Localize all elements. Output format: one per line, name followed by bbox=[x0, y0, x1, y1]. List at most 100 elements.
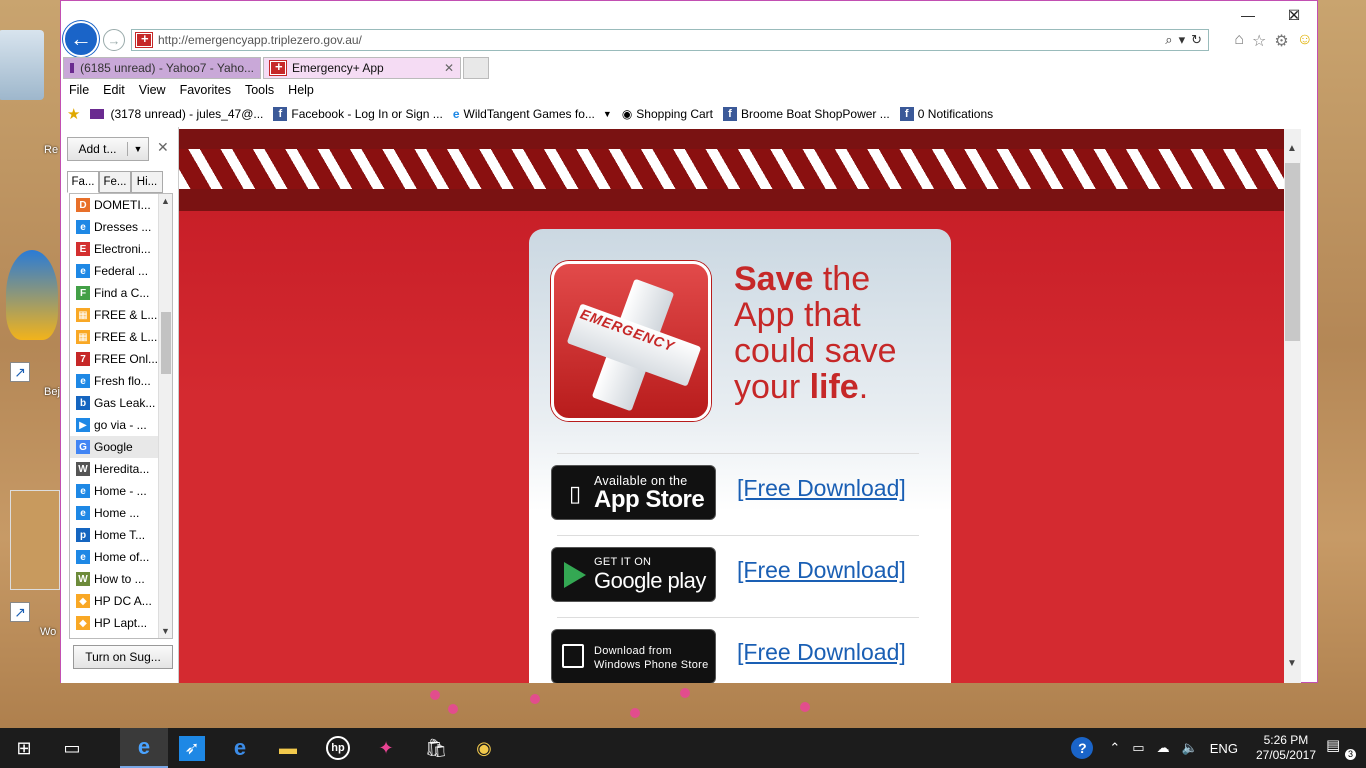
favorite-label: Google bbox=[94, 440, 133, 454]
windows-store-icon bbox=[562, 644, 584, 668]
chevron-down-icon[interactable]: ▼ bbox=[161, 626, 170, 636]
page-scrollbar[interactable]: ▲ ▼ bbox=[1284, 129, 1301, 683]
chevron-down-icon[interactable]: ▼ bbox=[1287, 658, 1297, 669]
favorites-list-item[interactable]: e Dresses ... bbox=[70, 216, 172, 238]
favorites-list-item[interactable]: ▦ FREE & L... bbox=[70, 304, 172, 326]
language-indicator[interactable]: ENG bbox=[1210, 741, 1238, 756]
tab-favorites[interactable]: Fa... bbox=[67, 171, 99, 193]
chevron-up-icon[interactable]: ▲ bbox=[161, 196, 170, 206]
favorites-list-item[interactable]: E Electroni... bbox=[70, 238, 172, 260]
tab-history[interactable]: Hi... bbox=[131, 171, 163, 193]
action-center-button[interactable]: ▤ 3 bbox=[1326, 736, 1356, 760]
favorites-list-item[interactable]: b Gas Leak... bbox=[70, 392, 172, 414]
favbar-item-broome-boat[interactable]: f Broome Boat ShopPower ... bbox=[723, 107, 890, 121]
camera-icon[interactable]: ◉ bbox=[460, 728, 508, 768]
minimize-button[interactable]: — bbox=[1233, 5, 1263, 25]
favorites-list-item[interactable]: ◆ HP DC A... bbox=[70, 590, 172, 612]
puzzle-icon[interactable]: ✦ bbox=[362, 728, 410, 768]
menu-tools[interactable]: Tools bbox=[245, 83, 274, 97]
favorites-list-item[interactable]: e Home of... bbox=[70, 546, 172, 568]
favorites-list-item[interactable]: D DOMETI... bbox=[70, 194, 172, 216]
menu-favorites[interactable]: Favorites bbox=[180, 83, 231, 97]
app-store-badge[interactable]: ▯ Available on the App Store bbox=[551, 465, 716, 520]
favbar-item-yahoo[interactable]: (3178 unread) - jules_47@... bbox=[90, 107, 263, 121]
star-icon[interactable]: ☆ bbox=[1252, 31, 1266, 51]
menu-view[interactable]: View bbox=[139, 83, 166, 97]
help-icon[interactable]: ? bbox=[1071, 737, 1094, 759]
tab-feeds[interactable]: Fe... bbox=[99, 171, 131, 193]
favorites-list-item[interactable]: ▶ go via - ... bbox=[70, 414, 172, 436]
file-explorer-icon[interactable]: ▬ bbox=[264, 728, 312, 768]
internet-explorer-icon[interactable]: e bbox=[120, 728, 168, 768]
notification-icon: ▤ bbox=[1326, 737, 1341, 754]
favorites-list-item[interactable]: p Home T... bbox=[70, 524, 172, 546]
battery-icon[interactable]: ▭ bbox=[1132, 740, 1144, 756]
favorite-label: Home - ... bbox=[94, 484, 147, 498]
favorites-list-item[interactable]: e Fresh flo... bbox=[70, 370, 172, 392]
chevron-down-icon[interactable]: ▼ bbox=[128, 144, 148, 154]
cloud-icon[interactable]: ☁ bbox=[1157, 740, 1170, 756]
refresh-icon[interactable]: ↻ bbox=[1191, 32, 1202, 48]
favorites-list-item[interactable]: e Home ... bbox=[70, 502, 172, 524]
menu-file[interactable]: File bbox=[69, 83, 89, 97]
windows-start-icon[interactable]: ⊞ bbox=[0, 728, 48, 768]
store-icon[interactable]: 🛍 bbox=[412, 728, 460, 768]
app-store-download-link[interactable]: [Free Download] bbox=[737, 475, 906, 502]
address-url[interactable]: http://emergencyapp.triplezero.gov.au/ bbox=[158, 33, 362, 47]
chevron-down-icon[interactable]: ▼ bbox=[603, 109, 612, 119]
favbar-item-facebook[interactable]: f Facebook - Log In or Sign ... bbox=[273, 107, 443, 121]
favorites-list-item[interactable]: ◆ HP Lapt... bbox=[70, 612, 172, 634]
add-to-favorites-button[interactable]: Add t... ▼ bbox=[67, 137, 149, 161]
close-button[interactable]: ✕ bbox=[1279, 5, 1309, 25]
desktop-recycle-bin[interactable]: Re bbox=[0, 30, 58, 156]
tab-emergency-app[interactable]: Emergency+ App ✕ bbox=[263, 57, 461, 79]
favorites-list-item[interactable]: W Heredita... bbox=[70, 458, 172, 480]
add-favorite-star-icon[interactable]: ★ bbox=[67, 105, 80, 123]
mail-icon bbox=[90, 109, 105, 119]
home-icon[interactable]: ⌂ bbox=[1234, 31, 1244, 51]
close-icon[interactable]: ✕ bbox=[157, 139, 169, 156]
favbar-item-wildtangent[interactable]: e WildTangent Games fo... ▼ bbox=[453, 107, 612, 121]
gear-icon[interactable]: ⚙ bbox=[1274, 31, 1288, 51]
scrollbar-thumb[interactable] bbox=[1285, 163, 1300, 341]
favorites-list-item[interactable]: F Find a C... bbox=[70, 282, 172, 304]
chevron-up-icon[interactable]: ⌃ bbox=[1109, 740, 1120, 756]
rocket-icon[interactable]: ➶ bbox=[168, 728, 216, 768]
search-icon[interactable]: ⌕ bbox=[1165, 32, 1172, 48]
favorites-list-item[interactable]: e Home - ... bbox=[70, 480, 172, 502]
task-view-icon[interactable]: ▭ bbox=[48, 728, 96, 768]
windows-store-badge[interactable]: Download from Windows Phone Store bbox=[551, 629, 716, 683]
smiley-icon[interactable]: ☺ bbox=[1297, 31, 1313, 51]
turn-on-suggestions-button[interactable]: Turn on Sug... bbox=[73, 645, 173, 669]
desktop-game[interactable]: Wo bbox=[8, 490, 60, 650]
favorites-list-item[interactable]: G Google bbox=[70, 436, 172, 458]
favorite-label: FREE Onl... bbox=[94, 352, 159, 366]
favorites-list-item[interactable]: W How to ... bbox=[70, 568, 172, 590]
google-play-download-link[interactable]: [Free Download] bbox=[737, 557, 906, 584]
favorites-list-item[interactable]: e Federal ... bbox=[70, 260, 172, 282]
scrollbar-thumb[interactable] bbox=[161, 312, 171, 374]
menu-edit[interactable]: Edit bbox=[103, 83, 125, 97]
hp-icon[interactable]: hp bbox=[314, 728, 362, 768]
chevron-up-icon[interactable]: ▲ bbox=[1287, 143, 1297, 154]
favbar-item-notifications[interactable]: f 0 Notifications bbox=[899, 107, 993, 121]
edge-icon[interactable]: e bbox=[216, 728, 264, 768]
google-play-badge[interactable]: GET IT ON Google play bbox=[551, 547, 716, 602]
new-tab-button[interactable] bbox=[463, 57, 489, 79]
favorites-list-item[interactable]: 7 FREE Onl... bbox=[70, 348, 172, 370]
menu-help[interactable]: Help bbox=[288, 83, 314, 97]
dropdown-icon[interactable]: ▾ bbox=[1179, 32, 1186, 48]
close-icon[interactable]: ✕ bbox=[444, 61, 454, 75]
volume-muted-icon[interactable]: 🔈 bbox=[1182, 740, 1198, 756]
forward-button[interactable]: → bbox=[103, 29, 125, 51]
menu-bar: File Edit View Favorites Tools Help bbox=[61, 79, 1317, 101]
tab-yahoo-mail[interactable]: (6185 unread) - Yahoo7 - Yaho... bbox=[63, 57, 261, 79]
favorites-scrollbar[interactable]: ▲ ▼ bbox=[158, 194, 172, 638]
windows-store-download-link[interactable]: [Free Download] bbox=[737, 639, 906, 666]
clock[interactable]: 5:26 PM 27/05/2017 bbox=[1256, 733, 1316, 763]
back-button[interactable]: ← bbox=[63, 21, 99, 57]
favorites-list-item[interactable]: ▦ FREE & L... bbox=[70, 326, 172, 348]
address-bar[interactable]: http://emergencyapp.triplezero.gov.au/ ⌕… bbox=[131, 29, 1209, 51]
divider bbox=[557, 535, 919, 536]
favbar-item-shopping-cart[interactable]: ◉ Shopping Cart bbox=[622, 107, 713, 121]
